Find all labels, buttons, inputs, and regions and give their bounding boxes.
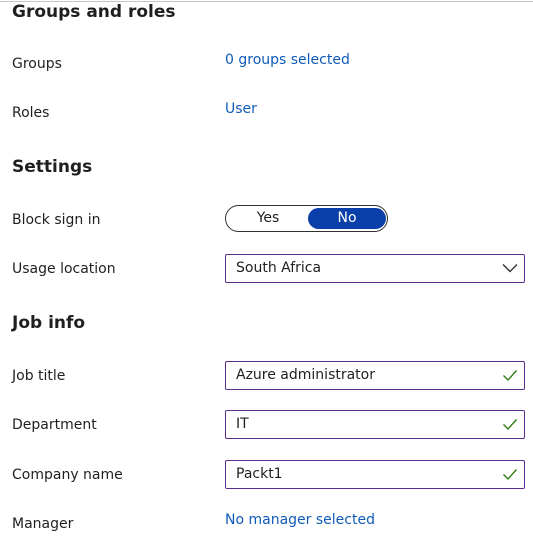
job-title-input[interactable]: Azure administrator <box>225 361 525 390</box>
department-value: IT <box>236 416 249 432</box>
department-input[interactable]: IT <box>225 410 525 439</box>
check-icon <box>503 419 518 431</box>
manager-link[interactable]: No manager selected <box>225 512 375 528</box>
usage-location-label: Usage location <box>12 261 116 277</box>
groups-link[interactable]: 0 groups selected <box>225 52 350 68</box>
section-title-groups-roles: Groups and roles <box>12 2 176 22</box>
check-icon <box>503 469 518 481</box>
department-label: Department <box>12 417 97 433</box>
usage-location-value: South Africa <box>236 260 322 276</box>
groups-label: Groups <box>12 56 62 72</box>
company-name-input[interactable]: Packt1 <box>225 460 525 489</box>
block-sign-in-label: Block sign in <box>12 212 101 228</box>
toggle-option-yes[interactable]: Yes <box>229 208 307 229</box>
usage-location-dropdown[interactable]: South Africa <box>225 254 525 283</box>
block-sign-in-toggle[interactable]: Yes No <box>225 205 388 232</box>
company-name-label: Company name <box>12 467 123 483</box>
job-title-value: Azure administrator <box>236 367 375 383</box>
company-name-value: Packt1 <box>236 466 283 482</box>
manager-label: Manager <box>12 516 74 532</box>
toggle-option-no[interactable]: No <box>308 208 386 229</box>
job-title-label: Job title <box>12 368 66 384</box>
roles-link[interactable]: User <box>225 101 257 117</box>
section-title-job-info: Job info <box>12 313 86 333</box>
check-icon <box>503 370 518 382</box>
section-title-settings: Settings <box>12 157 93 177</box>
chevron-down-icon <box>502 264 518 273</box>
roles-label: Roles <box>12 105 50 121</box>
